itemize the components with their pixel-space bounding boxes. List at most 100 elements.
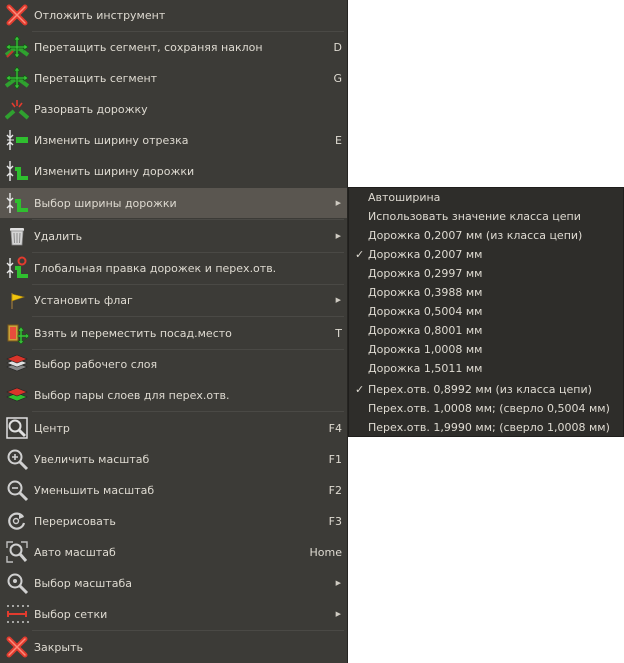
menu-item-global-edit-tracks[interactable]: Глобальная правка дорожек и перех.отв. bbox=[0, 253, 347, 283]
submenu-item-track-1-0008[interactable]: Дорожка 1,0008 мм bbox=[349, 340, 623, 359]
move-footprint-icon bbox=[5, 321, 29, 345]
submenu-item-label: Дорожка 1,0008 мм bbox=[368, 343, 483, 356]
menu-item-cancel-tool[interactable]: Отложить инструмент bbox=[0, 0, 347, 30]
drag-segment-keep-slope-icon bbox=[5, 35, 29, 59]
menu-item-label: Выбор ширины дорожки bbox=[34, 196, 177, 210]
break-track-icon bbox=[5, 97, 29, 121]
select-track-width-icon bbox=[5, 191, 29, 215]
menu-item-label: Выбор пары слоев для перех.отв. bbox=[34, 388, 230, 402]
submenu-item-label: Дорожка 1,5011 мм bbox=[368, 362, 483, 375]
submenu-item-track-netclass[interactable]: Дорожка 0,2007 мм (из класса цепи) bbox=[349, 226, 623, 245]
context-menu: Отложить инструмент Перетащить сегмент, … bbox=[0, 0, 348, 663]
grid-select-icon bbox=[5, 602, 29, 626]
submenu-arrow-icon: ▶ bbox=[335, 610, 341, 618]
menu-item-shortcut: G bbox=[333, 71, 342, 85]
submenu-item-label: Перех.отв. 1,9990 мм; (сверло 1,0008 мм) bbox=[368, 421, 610, 434]
menu-item-set-flag[interactable]: Установить флаг ▶ bbox=[0, 285, 347, 315]
submenu-item-track-0-2997[interactable]: Дорожка 0,2997 мм bbox=[349, 264, 623, 283]
submenu-item-track-1-5011[interactable]: Дорожка 1,5011 мм bbox=[349, 359, 623, 378]
menu-item-drag-segment[interactable]: Перетащить сегмент G bbox=[0, 63, 347, 93]
submenu-item-track-0-8001[interactable]: Дорожка 0,8001 мм bbox=[349, 321, 623, 340]
menu-item-delete[interactable]: Удалить ▶ bbox=[0, 221, 347, 251]
submenu-item-auto-width[interactable]: Автоширина bbox=[349, 188, 623, 207]
submenu-item-label: Перех.отв. 1,0008 мм; (сверло 0,5004 мм) bbox=[368, 402, 610, 415]
redraw-icon bbox=[5, 509, 29, 533]
menu-item-label: Взять и переместить посад.место bbox=[34, 326, 232, 340]
menu-item-zoom-out[interactable]: Уменьшить масштаб F2 bbox=[0, 475, 347, 505]
submenu-arrow-icon: ▶ bbox=[335, 296, 341, 304]
menu-item-label: Разорвать дорожку bbox=[34, 102, 148, 116]
menu-item-zoom-center[interactable]: Центр F4 bbox=[0, 413, 347, 443]
menu-item-close[interactable]: Закрыть bbox=[0, 632, 347, 662]
menu-item-label: Закрыть bbox=[34, 640, 83, 654]
submenu-item-label: Перех.отв. 0,8992 мм (из класса цепи) bbox=[368, 383, 592, 396]
menu-item-label: Глобальная правка дорожек и перех.отв. bbox=[34, 261, 277, 275]
submenu-item-via-1-0008[interactable]: Перех.отв. 1,0008 мм; (сверло 0,5004 мм) bbox=[349, 399, 623, 418]
submenu-item-via-netclass[interactable]: ✓ Перех.отв. 0,8992 мм (из класса цепи) bbox=[349, 380, 623, 399]
zoom-in-icon bbox=[5, 447, 29, 471]
menu-item-grid-select[interactable]: Выбор сетки ▶ bbox=[0, 599, 347, 629]
menu-item-label: Увеличить масштаб bbox=[34, 452, 150, 466]
zoom-center-icon bbox=[5, 416, 29, 440]
segment-width-icon bbox=[5, 128, 29, 152]
menu-item-shortcut: Home bbox=[309, 545, 342, 559]
submenu-item-label: Дорожка 0,2007 мм bbox=[368, 248, 483, 261]
submenu-item-track-0-2007[interactable]: ✓ Дорожка 0,2007 мм bbox=[349, 245, 623, 264]
menu-separator bbox=[32, 316, 344, 317]
menu-item-segment-width[interactable]: Изменить ширину отрезка E bbox=[0, 125, 347, 155]
menu-item-label: Изменить ширину отрезка bbox=[34, 133, 189, 147]
menu-item-label: Выбор масштаба bbox=[34, 576, 133, 590]
menu-item-break-track[interactable]: Разорвать дорожку bbox=[0, 94, 347, 124]
submenu-item-label: Дорожка 0,2007 мм (из класса цепи) bbox=[368, 229, 583, 242]
menu-item-label: Удалить bbox=[34, 229, 83, 243]
submenu-item-label: Использовать значение класса цепи bbox=[368, 210, 581, 223]
zoom-select-icon bbox=[5, 571, 29, 595]
menu-item-label: Изменить ширину дорожки bbox=[34, 164, 195, 178]
track-width-icon bbox=[5, 159, 29, 183]
menu-item-label: Уменьшить масштаб bbox=[34, 483, 155, 497]
menu-item-label: Выбор сетки bbox=[34, 607, 108, 621]
menu-item-label: Центр bbox=[34, 421, 70, 435]
menu-separator bbox=[32, 411, 344, 412]
menu-item-move-footprint[interactable]: Взять и переместить посад.место T bbox=[0, 318, 347, 348]
menu-item-shortcut: T bbox=[335, 326, 342, 340]
menu-item-label: Установить флаг bbox=[34, 293, 133, 307]
menu-item-label: Выбор рабочего слоя bbox=[34, 357, 158, 371]
menu-item-track-width[interactable]: Изменить ширину дорожки bbox=[0, 156, 347, 186]
menu-item-select-layer[interactable]: Выбор рабочего слоя bbox=[0, 349, 347, 379]
check-mark-icon: ✓ bbox=[355, 383, 365, 396]
menu-item-redraw[interactable]: Перерисовать F3 bbox=[0, 506, 347, 536]
menu-item-label: Перетащить сегмент bbox=[34, 71, 158, 85]
drag-segment-icon bbox=[5, 66, 29, 90]
submenu-arrow-icon: ▶ bbox=[335, 232, 341, 240]
menu-item-shortcut: E bbox=[335, 133, 342, 147]
global-edit-tracks-icon bbox=[5, 256, 29, 280]
menu-item-label: Перетащить сегмент, сохраняя наклон bbox=[34, 40, 263, 54]
zoom-out-icon bbox=[5, 478, 29, 502]
layer-select-icon bbox=[5, 352, 29, 376]
menu-item-select-layer-pair[interactable]: Выбор пары слоев для перех.отв. bbox=[0, 380, 347, 410]
submenu-item-track-0-5004[interactable]: Дорожка 0,5004 мм bbox=[349, 302, 623, 321]
submenu-item-label: Автоширина bbox=[368, 191, 441, 204]
check-mark-icon: ✓ bbox=[355, 248, 365, 261]
menu-item-label: Перерисовать bbox=[34, 514, 116, 528]
submenu-arrow-icon: ▶ bbox=[335, 579, 341, 587]
menu-item-shortcut: F1 bbox=[328, 452, 342, 466]
cancel-x-icon bbox=[5, 3, 29, 27]
submenu-arrow-icon: ▶ bbox=[335, 199, 341, 207]
menu-item-zoom-select[interactable]: Выбор масштаба ▶ bbox=[0, 568, 347, 598]
menu-item-label: Авто масштаб bbox=[34, 545, 116, 559]
submenu-item-via-1-9990[interactable]: Перех.отв. 1,9990 мм; (сверло 1,0008 мм) bbox=[349, 418, 623, 437]
menu-item-zoom-in[interactable]: Увеличить масштаб F1 bbox=[0, 444, 347, 474]
submenu-item-label: Дорожка 0,3988 мм bbox=[368, 286, 483, 299]
track-width-submenu: Автоширина Использовать значение класса … bbox=[348, 187, 624, 437]
menu-item-select-track-width[interactable]: Выбор ширины дорожки ▶ bbox=[0, 188, 347, 218]
menu-item-shortcut: F3 bbox=[328, 514, 342, 528]
menu-separator bbox=[32, 630, 344, 631]
submenu-item-track-0-3988[interactable]: Дорожка 0,3988 мм bbox=[349, 283, 623, 302]
close-x-icon bbox=[5, 635, 29, 659]
menu-item-shortcut: D bbox=[333, 40, 342, 54]
menu-item-zoom-fit[interactable]: Авто масштаб Home bbox=[0, 537, 347, 567]
menu-item-drag-segment-keep-slope[interactable]: Перетащить сегмент, сохраняя наклон D bbox=[0, 32, 347, 62]
submenu-item-use-netclass[interactable]: Использовать значение класса цепи bbox=[349, 207, 623, 226]
